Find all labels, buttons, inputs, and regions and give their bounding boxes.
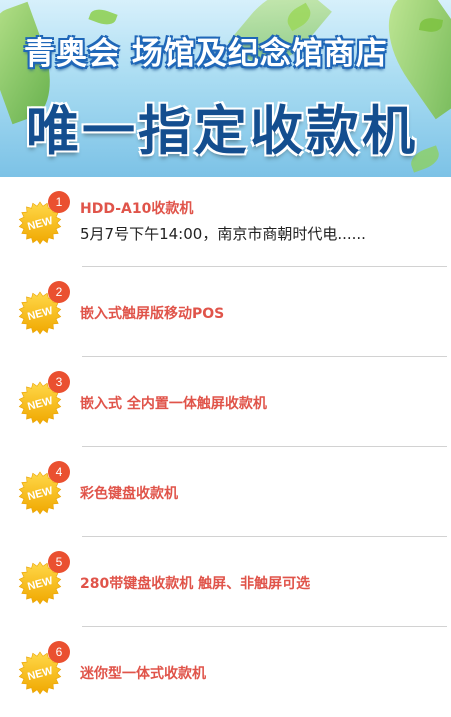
item-title-link[interactable]: 彩色键盘收款机 [80, 483, 178, 503]
item-number-badge: 3 [48, 371, 70, 393]
item-title-link[interactable]: HDD-A10收款机 [80, 198, 193, 218]
item-number-badge: 5 [48, 551, 70, 573]
banner-title: 唯一指定收款机 [26, 101, 418, 162]
item-number-badge: 2 [48, 281, 70, 303]
banner-subtitle: 青奥会 场馆及纪念馆商店 [24, 36, 388, 72]
item-number-badge: 1 [48, 191, 70, 213]
product-list: NEW 1 HDD-A10收款机 5月7号下午14:00，南京市商朝时代电......… [0, 177, 451, 717]
list-item[interactable]: NEW 5 280带键盘收款机 触屏、非触屏可选 [0, 537, 451, 627]
item-description: 5月7号下午14:00，南京市商朝时代电...... [80, 225, 366, 243]
item-number-badge: 4 [48, 461, 70, 483]
list-item[interactable]: NEW 3 嵌入式 全内置一体触屏收款机 [0, 357, 451, 447]
list-item[interactable]: NEW 4 彩色键盘收款机 [0, 447, 451, 537]
item-title-link[interactable]: 280带键盘收款机 触屏、非触屏可选 [80, 573, 310, 593]
banner: 青奥会 场馆及纪念馆商店 唯一指定收款机 [0, 0, 451, 177]
leaf-decoration [88, 5, 118, 29]
item-title-link[interactable]: 嵌入式触屏版移动POS [80, 303, 224, 323]
list-item[interactable]: NEW 6 迷你型一体式收款机 [0, 627, 451, 717]
item-title-link[interactable]: 嵌入式 全内置一体触屏收款机 [80, 393, 267, 413]
item-number-badge: 6 [48, 641, 70, 663]
list-item[interactable]: NEW 1 HDD-A10收款机 5月7号下午14:00，南京市商朝时代电...... [0, 177, 451, 267]
item-title-link[interactable]: 迷你型一体式收款机 [80, 663, 206, 683]
list-item[interactable]: NEW 2 嵌入式触屏版移动POS [0, 267, 451, 357]
